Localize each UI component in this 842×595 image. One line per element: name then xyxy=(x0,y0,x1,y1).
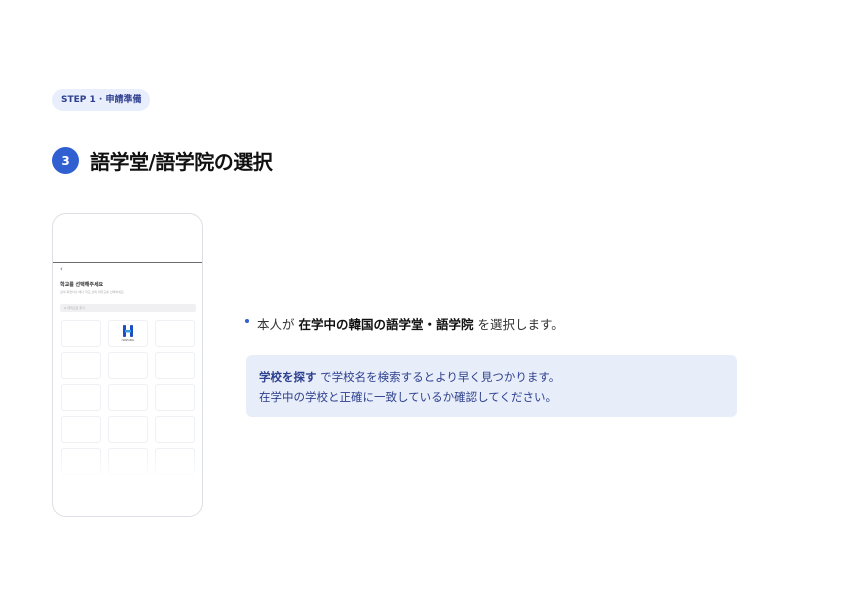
step-number-badge: 3 xyxy=(52,147,79,174)
tip-box: 学校を探す で学校名を検索するとより早く見つかります。 在学中の学校と正確に一致… xyxy=(246,355,737,417)
school-cell xyxy=(108,416,148,443)
school-cell xyxy=(61,416,101,443)
phone-screen-title: 학교를 선택해주세요 xyxy=(60,282,104,288)
school-cell xyxy=(61,384,101,411)
bullet-emphasis: 在学中の韓国の語学堂・語学院 xyxy=(298,317,474,332)
grid-fade xyxy=(53,450,202,480)
instruction-bullet: 本人が 在学中の韓国の語学堂・語学院 を選択します。 xyxy=(245,314,564,333)
tip-search-label: 学校を探す xyxy=(259,370,317,384)
school-logo-label: HANSUNG xyxy=(121,339,135,342)
tip-line-1-text: で学校名を検索するとより早く見つかります。 xyxy=(316,370,561,384)
school-cell-hansung: HANSUNG xyxy=(108,320,148,347)
back-chevron-icon: ‹ xyxy=(60,265,63,273)
phone-mockup: ‹ 학교를 선택해주세요 검색 화면이나 배너 학교 선택 대학교를 선택하세요… xyxy=(52,213,203,517)
school-cell xyxy=(155,352,195,379)
school-cell xyxy=(108,352,148,379)
phone-status-area xyxy=(53,214,202,263)
school-cell xyxy=(155,384,195,411)
school-cell xyxy=(155,416,195,443)
school-logo-icon xyxy=(123,325,133,337)
bullet-prefix: 本人が xyxy=(257,317,295,332)
bullet-dot-icon xyxy=(245,318,249,323)
school-cell xyxy=(61,320,101,347)
step-badge: STEP 1 · 申請準備 xyxy=(52,89,151,111)
phone-screen-subtitle: 검색 화면이나 배너 학교 선택 대학교를 선택하세요. xyxy=(60,290,125,294)
tip-line-1: 学校を探す で学校名を検索するとより早く見つかります。 xyxy=(259,367,724,387)
page-title: 語学堂/語学院の選択 xyxy=(90,150,273,174)
school-cell xyxy=(155,320,195,347)
bullet-suffix: を選択します。 xyxy=(477,317,564,332)
school-cell xyxy=(108,384,148,411)
phone-search-input: Q 대학교로 찾기 xyxy=(60,304,196,312)
school-cell xyxy=(61,352,101,379)
section-header: 3 語学堂/語学院の選択 xyxy=(52,146,273,175)
tip-line-2: 在学中の学校と正確に一致しているか確認してください。 xyxy=(259,390,557,404)
